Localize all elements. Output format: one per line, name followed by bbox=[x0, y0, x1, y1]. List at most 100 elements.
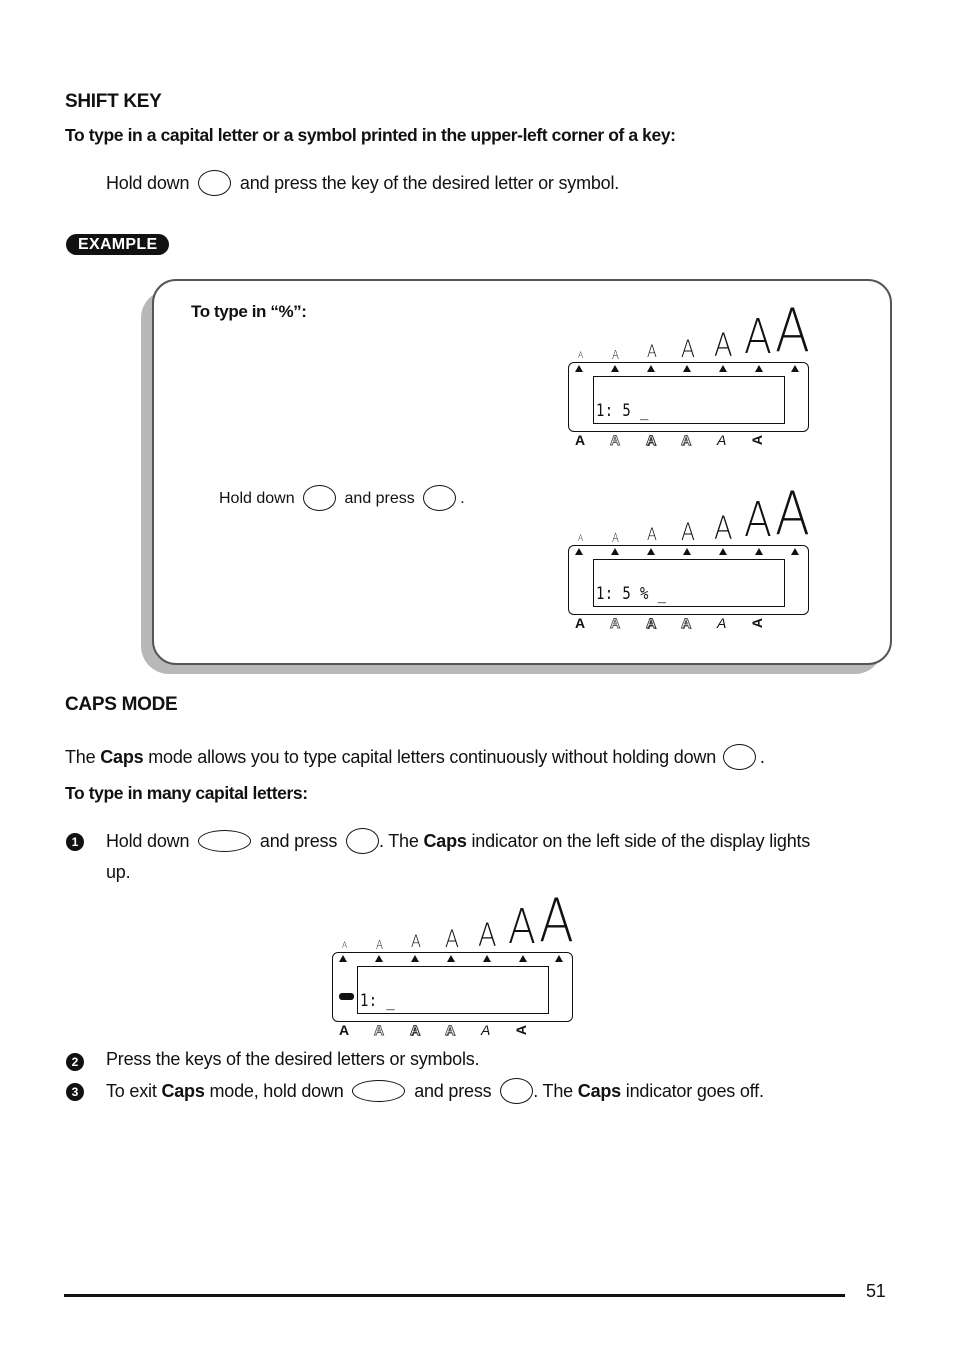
intro-text: . bbox=[759, 746, 765, 767]
size-indicator: A bbox=[681, 518, 695, 546]
triangle-marker-icon bbox=[647, 548, 655, 555]
example-step: Hold down and press . bbox=[219, 485, 465, 512]
shift-key-instruction: Hold down and press the key of the desir… bbox=[106, 170, 620, 197]
step-text: Hold down bbox=[219, 490, 295, 508]
lcd-frame: 1: 5 % _ bbox=[568, 545, 809, 615]
style-vertical-indicator: A bbox=[749, 617, 766, 629]
shift-key-icon bbox=[345, 828, 379, 854]
style-bold-indicator: A bbox=[575, 432, 586, 448]
step-text: Hold down bbox=[106, 830, 190, 851]
size-indicator: A bbox=[612, 531, 619, 545]
caps-term: Caps bbox=[100, 746, 144, 767]
lcd-text: 1: 5 % _ bbox=[596, 584, 667, 604]
style-shadow-indicator: A bbox=[646, 615, 657, 631]
style-italic-indicator: A bbox=[717, 615, 727, 631]
style-shadow-indicator: A bbox=[410, 1022, 421, 1038]
size-indicator: A bbox=[578, 351, 584, 361]
shift-key-icon bbox=[500, 1078, 534, 1104]
step-number-2: 2 bbox=[66, 1053, 84, 1071]
shift-key-heading: SHIFT KEY bbox=[65, 91, 162, 112]
triangle-marker-icon bbox=[755, 548, 763, 555]
lcd-screen: 1: 5 _ bbox=[593, 376, 785, 424]
lcd-screen: 1: 5 % _ bbox=[593, 559, 785, 607]
caps-mode-heading: CAPS MODE bbox=[65, 694, 178, 715]
caps-mode-subheading: To type in many capital letters: bbox=[65, 783, 308, 803]
size-indicator: A bbox=[775, 479, 810, 549]
style-italic-indicator: A bbox=[717, 432, 727, 448]
shift-key-icon bbox=[198, 170, 232, 196]
triangle-marker-icon bbox=[339, 955, 347, 962]
style-outline-shadow-indicator: A bbox=[681, 615, 692, 631]
size-indicator: A bbox=[612, 348, 619, 362]
step-number-1: 1 bbox=[66, 833, 84, 851]
triangle-marker-icon bbox=[519, 955, 527, 962]
style-italic-indicator: A bbox=[481, 1022, 491, 1038]
size-indicator: A bbox=[478, 916, 497, 954]
size-indicator: A bbox=[342, 941, 348, 951]
code-key-icon bbox=[352, 1080, 406, 1102]
triangle-marker-icon bbox=[719, 365, 727, 372]
size-indicator: A bbox=[744, 492, 772, 548]
triangle-marker-icon bbox=[483, 955, 491, 962]
step-text: To exit bbox=[106, 1080, 157, 1101]
step-text: and press bbox=[414, 1080, 492, 1101]
style-outline-indicator: A bbox=[610, 615, 621, 631]
size-indicator: A bbox=[445, 925, 459, 953]
caps-term: Caps bbox=[577, 1080, 621, 1101]
triangle-marker-icon bbox=[647, 365, 655, 372]
intro-text: mode allows you to type capital letters … bbox=[148, 746, 717, 767]
triangle-marker-icon bbox=[555, 955, 563, 962]
triangle-marker-icon bbox=[411, 955, 419, 962]
lcd-frame: 1: _ bbox=[332, 952, 573, 1022]
triangle-marker-icon bbox=[575, 548, 583, 555]
footer-rule bbox=[64, 1294, 845, 1297]
shift-key-icon bbox=[303, 485, 337, 511]
style-outline-shadow-indicator: A bbox=[681, 432, 692, 448]
step-text: and press bbox=[344, 490, 415, 508]
example-badge: EXAMPLE bbox=[66, 234, 170, 255]
style-indicators: A A A A A A bbox=[566, 616, 811, 636]
step-3-text: To exit Caps mode, hold down and press .… bbox=[106, 1078, 764, 1105]
lcd-display-after: A A A A A A A 1: 5 % _ A A A A A A bbox=[566, 484, 811, 644]
step-text: mode, hold down bbox=[209, 1080, 344, 1101]
style-vertical-indicator: A bbox=[749, 434, 766, 446]
number-5-key-icon bbox=[423, 485, 457, 511]
style-outline-indicator: A bbox=[374, 1022, 385, 1038]
triangle-marker-icon bbox=[375, 955, 383, 962]
caps-indicator bbox=[339, 993, 354, 1000]
lcd-frame: 1: 5 _ bbox=[568, 362, 809, 432]
size-indicator: A bbox=[775, 296, 810, 366]
step-text: . bbox=[460, 490, 465, 508]
size-indicator: A bbox=[411, 932, 421, 952]
size-indicators: A A A A A A A bbox=[330, 891, 575, 955]
size-indicator: A bbox=[647, 342, 657, 362]
instruction-text: and press the key of the desired letter … bbox=[239, 172, 620, 193]
triangle-marker-icon bbox=[791, 548, 799, 555]
size-indicator: A bbox=[744, 309, 772, 365]
size-indicator: A bbox=[508, 899, 536, 955]
triangle-marker-icon bbox=[683, 548, 691, 555]
triangle-marker-icon bbox=[611, 365, 619, 372]
intro-text: The bbox=[65, 746, 96, 767]
shift-key-subheading: To type in a capital letter or a symbol … bbox=[65, 125, 676, 145]
size-indicator: A bbox=[647, 525, 657, 545]
triangle-marker-icon bbox=[447, 955, 455, 962]
step-1-text: Hold down and press . The Caps indicator… bbox=[106, 828, 811, 855]
style-bold-indicator: A bbox=[339, 1022, 350, 1038]
page-number: 51 bbox=[866, 1281, 886, 1301]
size-indicator: A bbox=[681, 335, 695, 363]
caps-term: Caps bbox=[161, 1080, 205, 1101]
style-indicators: A A A A A A bbox=[566, 433, 811, 453]
style-shadow-indicator: A bbox=[646, 432, 657, 448]
lcd-display-before: A A A A A A A 1: 5 _ A A A A A A bbox=[566, 301, 811, 461]
step-text: indicator on the left side of the displa… bbox=[471, 830, 811, 851]
size-indicator: A bbox=[539, 886, 574, 956]
size-indicators: A A A A A A A bbox=[566, 484, 811, 548]
shift-key-icon bbox=[722, 744, 756, 770]
lcd-display-caps: A A A A A A A 1: _ A A A A A A bbox=[330, 891, 575, 1051]
step-1-continuation: up. bbox=[106, 862, 131, 882]
triangle-marker-icon bbox=[611, 548, 619, 555]
style-outline-shadow-indicator: A bbox=[445, 1022, 456, 1038]
style-outline-indicator: A bbox=[610, 432, 621, 448]
caps-term: Caps bbox=[423, 830, 467, 851]
